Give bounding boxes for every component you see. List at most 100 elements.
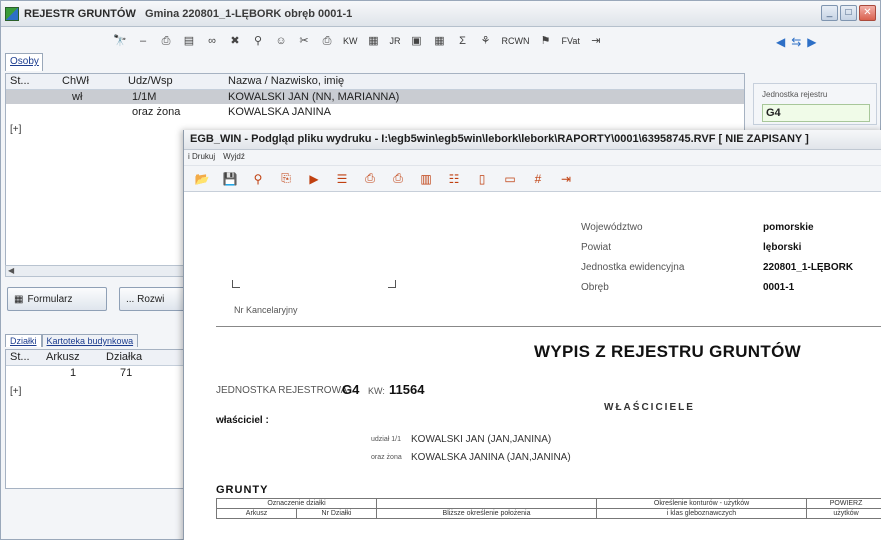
link-icon[interactable]: ∞ bbox=[205, 34, 219, 48]
wojewodztwo-value: pomorskie bbox=[763, 222, 814, 233]
cell-arkusz: 1 bbox=[70, 367, 77, 379]
tab-osoby[interactable]: Osoby bbox=[5, 53, 43, 71]
jednostka-rejestru-box: Jednostka rejestru G4 bbox=[753, 83, 877, 125]
fvat-label: FVat bbox=[561, 36, 580, 46]
tab-dzialki[interactable]: Działki bbox=[5, 334, 42, 347]
columns-icon[interactable]: ▥ bbox=[418, 172, 434, 186]
desktop: REJESTR GRUNTÓW Gmina 220801_1-LĘBORK ob… bbox=[0, 0, 881, 540]
col-st[interactable]: St... bbox=[10, 75, 30, 87]
window-controls: _ □ ✕ bbox=[821, 5, 876, 21]
form-icon: ▦ bbox=[14, 293, 24, 305]
document-icon[interactable]: ▤ bbox=[182, 34, 196, 48]
jednostka-label: Jednostka ewidencyjna bbox=[581, 262, 685, 273]
menu-drukuj[interactable]: i Drukuj bbox=[188, 152, 215, 163]
dzialki-grid: St... Arkusz Działka 1 71 [+] bbox=[5, 349, 195, 489]
jednostka-rejestrowa-label: JEDNOSTKA REJESTROWA : bbox=[216, 385, 353, 396]
print-icon[interactable]: ⎙ bbox=[390, 171, 406, 186]
users-icon[interactable]: ☺ bbox=[274, 34, 288, 48]
header-arkusz: Arkusz bbox=[216, 508, 297, 519]
scroll-left-icon[interactable]: ◀ bbox=[8, 266, 14, 275]
table-row[interactable]: 1 71 bbox=[6, 366, 194, 380]
jednostka-value: 220801_1-LĘBORK bbox=[763, 262, 854, 273]
obreb-label: Obręb bbox=[581, 282, 609, 293]
main-toolbar: 🔭 – ⎙ ▤ ∞ ✖ ⚲ ☺ ✂ ⎙ KW ▦ JR ▣ ▦ Σ ⚘ RCWN ⚑ F… bbox=[113, 34, 603, 48]
forward-arrow-icon[interactable]: ▶ bbox=[807, 35, 816, 49]
close-button[interactable]: ✕ bbox=[859, 5, 876, 21]
obreb-value: 0001-1 bbox=[763, 282, 795, 293]
table-row[interactable]: oraz żona KOWALSKA JANINA bbox=[6, 105, 744, 119]
print-preview-window: EGB_WIN - Podgląd pliku wydruku - I:\egb… bbox=[183, 130, 881, 540]
jednostka-rejestru-field[interactable]: G4 bbox=[762, 104, 870, 122]
binoculars-icon[interactable]: 🔭 bbox=[113, 34, 127, 48]
col-arkusz[interactable]: Arkusz bbox=[46, 351, 80, 363]
formularz-label: Formularz bbox=[27, 293, 73, 305]
tab-kartoteka-budynkowa[interactable]: Kartoteka budynkowa bbox=[41, 334, 139, 347]
print-kw-icon[interactable]: ⎙ bbox=[320, 34, 334, 48]
exit-icon[interactable]: ⇥ bbox=[589, 34, 603, 48]
header-blank bbox=[376, 498, 597, 509]
rcwn-icon[interactable]: ⚘ bbox=[479, 34, 493, 48]
expand-toggle[interactable]: [+] bbox=[10, 124, 21, 135]
col-udz[interactable]: Udz/Wsp bbox=[128, 75, 173, 87]
maximize-button[interactable]: □ bbox=[840, 5, 857, 21]
sigma-icon[interactable]: Σ bbox=[456, 34, 470, 48]
jr-label: JR bbox=[389, 36, 401, 46]
filter-icon[interactable]: ⚲ bbox=[251, 34, 265, 48]
nr-kancelaryjny: Nr Kancelaryjny bbox=[234, 305, 298, 315]
report-jr-icon[interactable]: ▦ bbox=[367, 34, 381, 48]
header-oznaczenie: Oznaczenie działki bbox=[216, 498, 377, 509]
owner-share: oraz żona bbox=[371, 454, 402, 461]
preview-menu-bar: i Drukuj Wyjdź bbox=[184, 150, 881, 166]
horizontal-scrollbar[interactable]: ◀ bbox=[5, 265, 195, 277]
printer-icon[interactable]: ⎙ bbox=[159, 34, 173, 48]
minus-icon[interactable]: – bbox=[136, 34, 150, 48]
col-st[interactable]: St... bbox=[10, 351, 30, 363]
back-arrow-icon[interactable]: ◀ bbox=[776, 35, 785, 49]
page-icon[interactable]: ▯ bbox=[474, 172, 490, 186]
cell-udz: 1/1M bbox=[132, 91, 157, 103]
stamp-corner-right bbox=[388, 280, 396, 288]
preview-title-bar[interactable]: EGB_WIN - Podgląd pliku wydruku - I:\egb… bbox=[184, 130, 881, 150]
bottom-tabs: Działki Kartoteka budynkowa bbox=[5, 334, 139, 347]
swap-arrow-icon[interactable]: ⇆ bbox=[791, 35, 801, 49]
page-setup-icon[interactable]: ▭ bbox=[502, 172, 518, 186]
col-nazwa[interactable]: Nazwa / Nazwisko, imię bbox=[228, 75, 344, 87]
jednostka-rejestru-label: Jednostka rejestru bbox=[762, 90, 828, 99]
copy-icon[interactable]: ⎘ bbox=[278, 171, 294, 186]
table-row[interactable]: wł 1/1M KOWALSKI JAN (NN, MARIANNA) bbox=[6, 90, 744, 104]
table-icon[interactable]: ▦ bbox=[433, 34, 447, 48]
powiat-value: lęborski bbox=[763, 242, 802, 253]
delete-icon[interactable]: ✖ bbox=[228, 34, 242, 48]
report-page: Województwo pomorskie Powiat lęborski Je… bbox=[196, 198, 881, 540]
open-icon[interactable]: 📂 bbox=[194, 172, 210, 186]
list-icon[interactable]: ☷ bbox=[446, 172, 462, 186]
col-chwl[interactable]: ChWł bbox=[62, 75, 89, 87]
preview-icon[interactable]: ⎙ bbox=[362, 171, 378, 186]
binoculars-icon[interactable]: # bbox=[530, 172, 546, 186]
find-icon[interactable]: ⚲ bbox=[250, 172, 266, 186]
kw-label: KW bbox=[343, 36, 358, 46]
save-icon[interactable]: 💾 bbox=[222, 172, 238, 186]
col-dzialka[interactable]: Działka bbox=[106, 351, 142, 363]
report-icon[interactable]: ▣ bbox=[410, 34, 424, 48]
minimize-button[interactable]: _ bbox=[821, 5, 838, 21]
app-icon bbox=[5, 6, 19, 21]
header-nr-dzialki: Nr Działki bbox=[296, 508, 377, 519]
report-heading: WYPIS Z REJESTRU GRUNTÓW bbox=[534, 342, 801, 361]
header-polozenie: Bliższe określenie położenia bbox=[376, 508, 597, 519]
stamp-corner-left bbox=[232, 280, 240, 288]
grunty-heading: GRUNTY bbox=[216, 484, 269, 496]
paste-icon[interactable]: ▶ bbox=[306, 172, 322, 186]
menu-wyjdz[interactable]: Wyjdź bbox=[223, 152, 245, 163]
wlasciciele-heading: WŁAŚCICIELE bbox=[604, 402, 695, 413]
cut-icon[interactable]: ✂ bbox=[297, 34, 311, 48]
exit-icon[interactable]: ⇥ bbox=[558, 172, 574, 186]
cell-dzialka: 71 bbox=[120, 367, 133, 379]
cell-chwl: wł bbox=[72, 91, 83, 103]
format-icon[interactable]: ☰ bbox=[334, 172, 350, 186]
fvat-icon[interactable]: ⚑ bbox=[539, 34, 553, 48]
expand-toggle[interactable]: [+] bbox=[10, 386, 21, 397]
dzialki-grid-header: St... Arkusz Działka bbox=[6, 350, 194, 366]
formularz-button[interactable]: ▦ Formularz bbox=[7, 287, 107, 311]
title-bar[interactable]: REJESTR GRUNTÓW Gmina 220801_1-LĘBORK ob… bbox=[1, 1, 880, 27]
